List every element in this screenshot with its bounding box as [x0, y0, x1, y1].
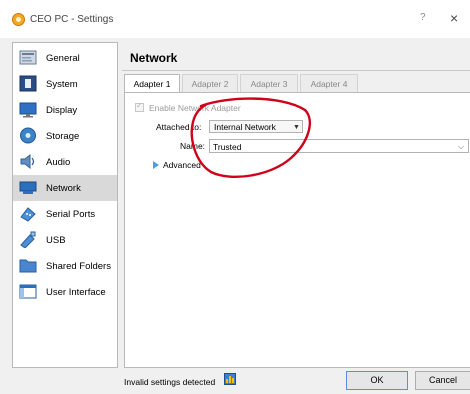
display-icon [19, 102, 37, 118]
shared-folders-icon [19, 259, 37, 273]
serial-ports-icon [20, 207, 36, 222]
tab-adapter-3[interactable]: Adapter 3 [240, 74, 298, 92]
header-divider [122, 70, 470, 71]
sidebar-item-label: System [46, 79, 78, 90]
dropdown-arrow-icon: ▼ [293, 124, 300, 131]
system-icon [19, 75, 37, 92]
sidebar-item-shared-folders[interactable]: Shared Folders [13, 253, 117, 279]
storage-icon [20, 127, 36, 144]
tab-adapter-1[interactable]: Adapter 1 [124, 74, 180, 93]
general-icon [19, 50, 37, 65]
network-icon [19, 181, 37, 194]
sidebar-item-display[interactable]: Display [13, 97, 117, 123]
attached-to-select[interactable]: Internal Network ▼ [209, 120, 303, 133]
attached-to-value: Internal Network [214, 122, 276, 132]
name-label: Name: [180, 141, 206, 151]
sidebar-item-label: Shared Folders [46, 261, 111, 272]
warning-icon[interactable] [224, 373, 236, 385]
cancel-button[interactable]: Cancel [415, 371, 470, 390]
enable-adapter-checkbox[interactable] [135, 101, 144, 112]
sidebar-item-label: General [46, 53, 80, 64]
status-text: Invalid settings detected [124, 377, 216, 387]
virtualbox-app-icon [12, 13, 25, 26]
adapter-panel: Enable Network Adapter Attached to: Inte… [124, 92, 470, 368]
sidebar-item-general[interactable]: General [13, 45, 117, 71]
settings-page: Network Adapter 1 Adapter 2 Adapter 3 Ad… [122, 42, 470, 368]
user-interface-icon [19, 284, 37, 299]
sidebar-item-label: User Interface [46, 287, 106, 298]
sidebar-item-label: Serial Ports [46, 209, 96, 220]
attached-to-label: Attached to: [156, 122, 202, 132]
expand-triangle-icon [153, 161, 159, 169]
close-button[interactable]: × [450, 10, 458, 26]
window-title: CEO PC - Settings [30, 14, 114, 25]
sidebar-item-label: Audio [46, 157, 71, 168]
sidebar-item-network[interactable]: Network [13, 175, 117, 201]
sidebar-item-label: Network [46, 183, 81, 194]
ok-button[interactable]: OK [346, 371, 408, 390]
advanced-label: Advanced [163, 160, 201, 170]
help-button[interactable]: ? [420, 12, 426, 23]
audio-icon [20, 153, 35, 170]
tab-adapter-4[interactable]: Adapter 4 [300, 74, 358, 92]
page-title: Network [130, 51, 178, 65]
sidebar-item-label: Display [46, 105, 78, 116]
chevron-down-icon: ⌵ [458, 142, 465, 151]
enable-adapter-label: Enable Network Adapter [149, 103, 241, 113]
tab-adapter-2[interactable]: Adapter 2 [182, 74, 238, 92]
title-bar: CEO PC - Settings ? × [0, 0, 470, 38]
sidebar-item-audio[interactable]: Audio [13, 149, 117, 175]
name-combo[interactable]: Trusted ⌵ [209, 139, 469, 153]
sidebar-item-usb[interactable]: USB [13, 227, 117, 253]
sidebar-item-serial-ports[interactable]: Serial Ports [13, 201, 117, 227]
sidebar-item-label: USB [46, 235, 66, 246]
settings-sidebar: General System Display Storage Audio Net… [12, 42, 118, 368]
name-value: Trusted [213, 142, 242, 152]
sidebar-item-system[interactable]: System [13, 71, 117, 97]
sidebar-item-label: Storage [46, 131, 80, 142]
usb-icon [20, 231, 36, 248]
sidebar-item-storage[interactable]: Storage [13, 123, 117, 149]
sidebar-item-user-interface[interactable]: User Interface [13, 279, 117, 305]
